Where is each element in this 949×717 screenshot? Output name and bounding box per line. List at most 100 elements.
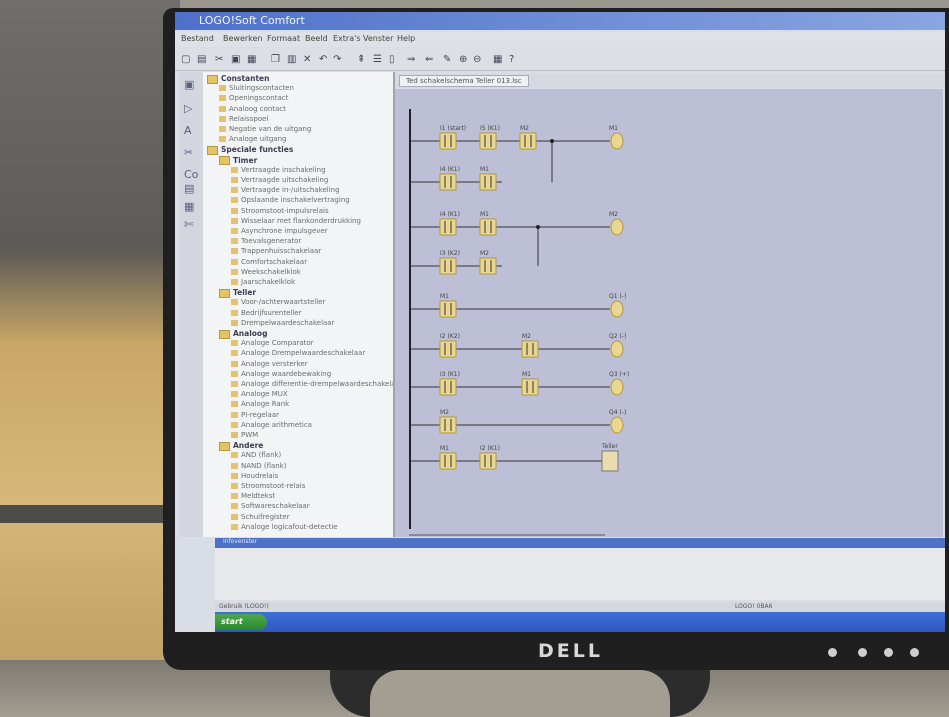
window-titlebar[interactable]: LOGO!Soft Comfort (175, 12, 945, 30)
toolbar: ▢ ▤ ✂ ▣ ▦ ❐ ▥ ✕ ↶ ↷ ⇞ ☰ ▯ ⇒ ⇐ ✎ ⊕ ⊖ ▦ ? (175, 48, 945, 71)
tree-item[interactable]: Analoge waardebewaking (231, 370, 331, 378)
help-icon[interactable]: ? (509, 54, 514, 65)
menu-item[interactable]: Beeld (305, 34, 328, 43)
menu-item[interactable]: Venster (363, 34, 393, 43)
tree-item[interactable]: Jaarschakelklok (231, 278, 295, 286)
tree-item[interactable]: Analoge versterker (231, 360, 308, 368)
tree-item[interactable]: NAND (flank) (231, 462, 287, 470)
constants-tool-icon[interactable]: Co (184, 168, 198, 181)
zoom-in-icon[interactable]: ⊕ (459, 54, 467, 65)
align-icon[interactable]: ⇞ (357, 54, 365, 65)
tree-item[interactable]: Comfortschakelaar (231, 258, 307, 266)
tree-item-label: Vertraagde inschakeling (241, 165, 326, 174)
tree-item[interactable]: PI-regelaar (231, 411, 279, 419)
monitor-button[interactable] (858, 648, 867, 657)
tree-item-label: Opslaande inschakelvertraging (241, 196, 350, 205)
monitor-button[interactable] (884, 648, 893, 657)
menu-item[interactable]: Bewerken (223, 34, 263, 43)
undo-icon[interactable]: ↶ (319, 54, 327, 65)
start-button[interactable]: start (215, 614, 267, 630)
tree-item[interactable]: Trappenhuisschakelaar (231, 247, 321, 255)
print-icon[interactable]: ▦ (247, 54, 256, 65)
tree-item[interactable]: Drempelwaardeschakelaar (231, 319, 334, 327)
monitor-button[interactable] (828, 648, 837, 657)
tree-item[interactable]: Analoog contact (219, 105, 286, 113)
logo-to-pc-icon[interactable]: ⇐ (425, 54, 433, 65)
menu-item[interactable]: Extra's (333, 34, 360, 43)
layout-tool-icon[interactable]: ▦ (184, 200, 194, 213)
delete-icon[interactable]: ✕ (303, 54, 311, 65)
tree-item[interactable]: AND (flank) (231, 451, 281, 459)
pc-to-logo-icon[interactable]: ⇒ (407, 54, 415, 65)
tree-item[interactable]: Analoge Drempelwaardeschakelaar (231, 349, 365, 357)
grid-icon[interactable]: ▦ (493, 54, 502, 65)
tree-item[interactable]: Analoge differentie-drempelwaardeschakel… (231, 380, 395, 388)
tree-item[interactable]: Asynchrone impulsgever (231, 227, 328, 235)
document-tab[interactable]: Ted schakelschema Teller 013.lsc (399, 75, 529, 87)
tree-item[interactable]: Analoge uitgang (219, 135, 286, 143)
block-icon (231, 217, 238, 224)
tree-item[interactable]: Bedrijfsurenteller (231, 309, 301, 317)
text-tool-icon[interactable]: A (184, 124, 192, 137)
tree-item[interactable]: Negatie van de uitgang (219, 125, 311, 133)
tree-item-label: Speciale functies (221, 145, 294, 155)
tree-item-label: Asynchrone impulsgever (241, 227, 328, 235)
monitor-power-button[interactable] (910, 648, 919, 657)
menu-item[interactable]: Bestand (181, 34, 214, 43)
tree-folder[interactable]: Teller (219, 288, 256, 298)
tree-item[interactable]: PWM (231, 431, 258, 439)
special-functions-tool-icon[interactable]: ▤ (184, 182, 194, 195)
simulation-icon[interactable]: ▯ (389, 54, 395, 65)
tree-item[interactable]: Vertraagde uitschakeling (231, 176, 328, 184)
contact-label: M2 (522, 333, 531, 340)
copy-icon[interactable]: ❐ (271, 54, 280, 65)
pen-icon[interactable]: ✎ (443, 54, 451, 65)
paste-icon[interactable]: ▥ (287, 54, 296, 65)
tree-item[interactable]: Stroomstoot-relais (231, 482, 305, 490)
connect-tool-icon[interactable]: ✂ (184, 146, 193, 159)
tree-item[interactable]: Wisselaar met flankonderdrukking (231, 217, 361, 225)
split-tool-icon[interactable]: ✄ (184, 218, 193, 231)
tree-folder[interactable]: Analoog (219, 329, 267, 339)
tree-item-label: Analoge differentie-drempelwaardeschakel… (241, 380, 395, 388)
open-file-icon[interactable]: ▤ (197, 54, 206, 65)
tree-item[interactable]: Analoge Rank (231, 400, 289, 408)
tree-item[interactable]: Analoge Comparator (231, 339, 314, 347)
new-file-icon[interactable]: ▢ (181, 54, 190, 65)
tree-item[interactable]: Sluitingscontacten (219, 84, 294, 92)
tree-item[interactable]: Vertraagde inschakeling (231, 166, 326, 174)
tree-item[interactable]: Voor-/achterwaartsteller (231, 298, 325, 306)
cut-icon[interactable]: ✂ (215, 54, 223, 65)
tree-folder[interactable]: Timer (219, 156, 257, 166)
pointer-tool-icon[interactable]: ▷ (184, 102, 192, 115)
tree-item[interactable]: Openingscontact (219, 94, 288, 102)
tree-folder[interactable]: Speciale functies (207, 145, 293, 155)
save-icon[interactable]: ▣ (231, 54, 240, 65)
tree-item[interactable]: Analoge MUX (231, 390, 288, 398)
contact-label: M2 (480, 250, 489, 257)
tree-item[interactable]: Weekschakelklok (231, 268, 301, 276)
tree-item[interactable]: Vertraagde in-/uitschakeling (231, 186, 340, 194)
tree-item[interactable]: Stroomstoot-impulsrelais (231, 207, 329, 215)
menu-item[interactable]: Help (397, 34, 415, 43)
tree-folder[interactable]: Constanten (207, 74, 269, 84)
tree-item[interactable]: Softwareschakelaar (231, 502, 310, 510)
tree-item[interactable]: Analoge logicafout-detectie (231, 523, 338, 531)
tree-item[interactable]: Relaisspoel (219, 115, 268, 123)
menu-item[interactable]: Formaat (267, 34, 300, 43)
tree-item[interactable]: Analoge arithmetica (231, 421, 312, 429)
tree-item[interactable]: Meldtekst (231, 492, 275, 500)
tree-item-label: Wisselaar met flankonderdrukking (241, 216, 361, 225)
tree-item[interactable]: Schuifregister (231, 513, 290, 521)
tree-item[interactable]: Opslaande inschakelvertraging (231, 196, 350, 204)
redo-icon[interactable]: ↷ (333, 54, 341, 65)
select-tool-icon[interactable]: ▣ (184, 78, 194, 91)
ladder-diagram-canvas[interactable]: I1 (start) I5 (K1) M2 M1 I4 (K1) M1 I4 (K1) M1 M… (395, 89, 943, 537)
tree-item[interactable]: Houdrelais (231, 472, 278, 480)
tree-folder[interactable]: Andere (219, 441, 263, 451)
block-icon (231, 268, 238, 275)
tree-item-label: Vertraagde in-/uitschakeling (241, 186, 340, 195)
tree-item[interactable]: Toevalsgenerator (231, 237, 301, 245)
zoom-out-icon[interactable]: ⊖ (473, 54, 481, 65)
transfer-icon[interactable]: ☰ (373, 54, 382, 65)
